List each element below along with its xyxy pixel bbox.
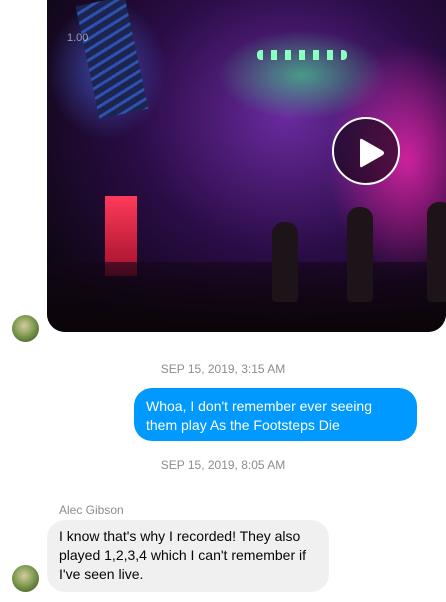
video-frame-performer [347,207,373,302]
video-frame-crowd [47,262,446,332]
avatar[interactable] [12,315,39,342]
video-frame-performer [272,222,298,302]
avatar[interactable] [12,565,39,592]
outgoing-message-bubble[interactable]: Whoa, I don't remember ever seeing them … [134,388,417,441]
message-timestamp: SEP 15, 2019, 8:05 AM [160,458,286,472]
play-icon [360,138,384,168]
message-text: I know that's why I recorded! They also … [59,528,307,582]
sender-name: Alec Gibson [59,503,124,517]
incoming-message-bubble[interactable]: I know that's why I recorded! They also … [47,520,329,592]
video-frame-performer [427,202,446,302]
message-timestamp: SEP 15, 2019, 3:15 AM [160,362,286,376]
message-text: Whoa, I don't remember ever seeing them … [146,398,373,433]
video-overlay-label: 1.00 [67,32,89,44]
play-button[interactable] [332,117,400,185]
video-message[interactable]: 1.00 [47,0,446,332]
